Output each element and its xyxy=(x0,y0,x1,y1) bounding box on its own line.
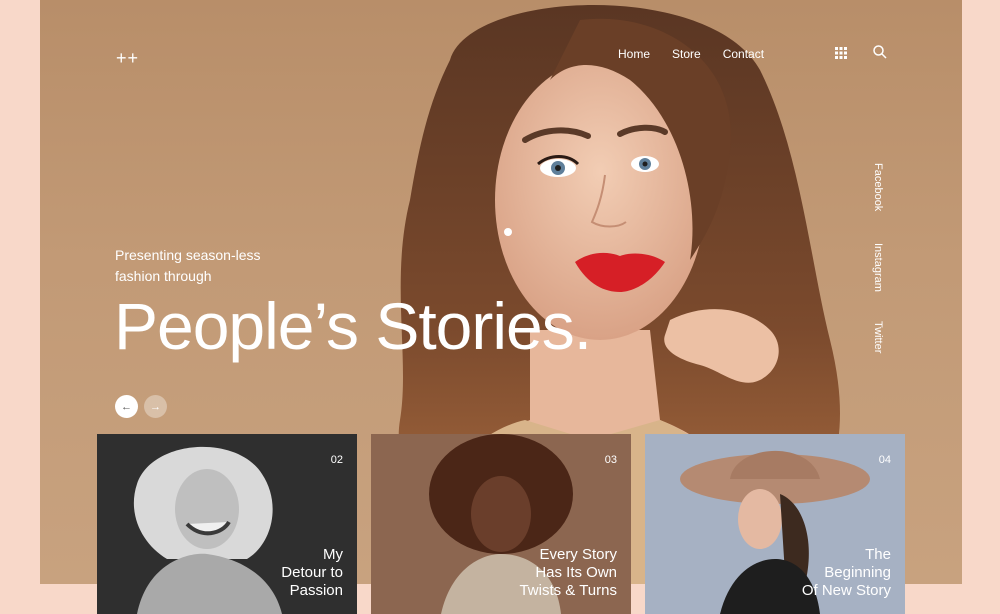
story-card-04-title-line-2: Beginning xyxy=(824,564,891,581)
grid-icon[interactable] xyxy=(835,47,847,59)
arrow-right-icon: → xyxy=(150,400,161,413)
story-card-02-title-line-2: Detour to xyxy=(281,564,343,581)
story-card-03-number: 03 xyxy=(604,454,617,466)
page: ++ Home Store Contact Facebook Instagram… xyxy=(0,0,1000,614)
next-arrow-button[interactable]: → xyxy=(144,395,167,418)
social-facebook-link[interactable]: Facebook xyxy=(872,163,884,211)
story-card-02-title: My Detour to Passion xyxy=(281,546,343,600)
story-card-04-title: The Beginning Of New Story xyxy=(802,546,891,600)
prev-arrow-button[interactable]: ← xyxy=(115,395,138,418)
social-instagram-link[interactable]: Instagram xyxy=(872,243,884,292)
story-card-03-title-line-3: Twists & Turns xyxy=(519,582,617,599)
brand-logo[interactable]: ++ xyxy=(116,48,139,69)
hero-headline: People’s Stories. xyxy=(114,289,592,363)
story-card-03-title-line-2: Has Its Own xyxy=(535,564,617,581)
story-card-04-number: 04 xyxy=(878,454,891,466)
story-card-04-title-line-3: Of New Story xyxy=(801,582,891,599)
story-card-03[interactable]: 03 Every Story Has Its Own Twists & Turn… xyxy=(371,434,631,614)
arrow-left-icon: ← xyxy=(121,400,132,413)
story-card-03-title: Every Story Has Its Own Twists & Turns xyxy=(519,546,617,600)
nav-home-link[interactable]: Home xyxy=(618,47,650,61)
search-icon[interactable] xyxy=(873,45,887,59)
main-nav: Home Store Contact xyxy=(618,47,764,61)
hero-intro-text: Presenting season-less fashion through xyxy=(115,247,261,284)
story-card-02-title-line-3: Passion xyxy=(289,582,343,599)
nav-contact-link[interactable]: Contact xyxy=(723,47,764,61)
nav-store-link[interactable]: Store xyxy=(672,47,701,61)
story-card-04[interactable]: 04 The Beginning Of New Story xyxy=(645,434,905,614)
story-card-03-title-line-1: Every Story xyxy=(539,546,617,563)
story-card-02-title-line-1: My xyxy=(323,546,343,563)
story-card-02[interactable]: 02 My Detour to Passion xyxy=(97,434,357,614)
story-card-04-title-line-1: The xyxy=(865,546,891,563)
story-card-02-number: 02 xyxy=(330,454,343,466)
social-twitter-link[interactable]: Twitter xyxy=(872,321,884,353)
